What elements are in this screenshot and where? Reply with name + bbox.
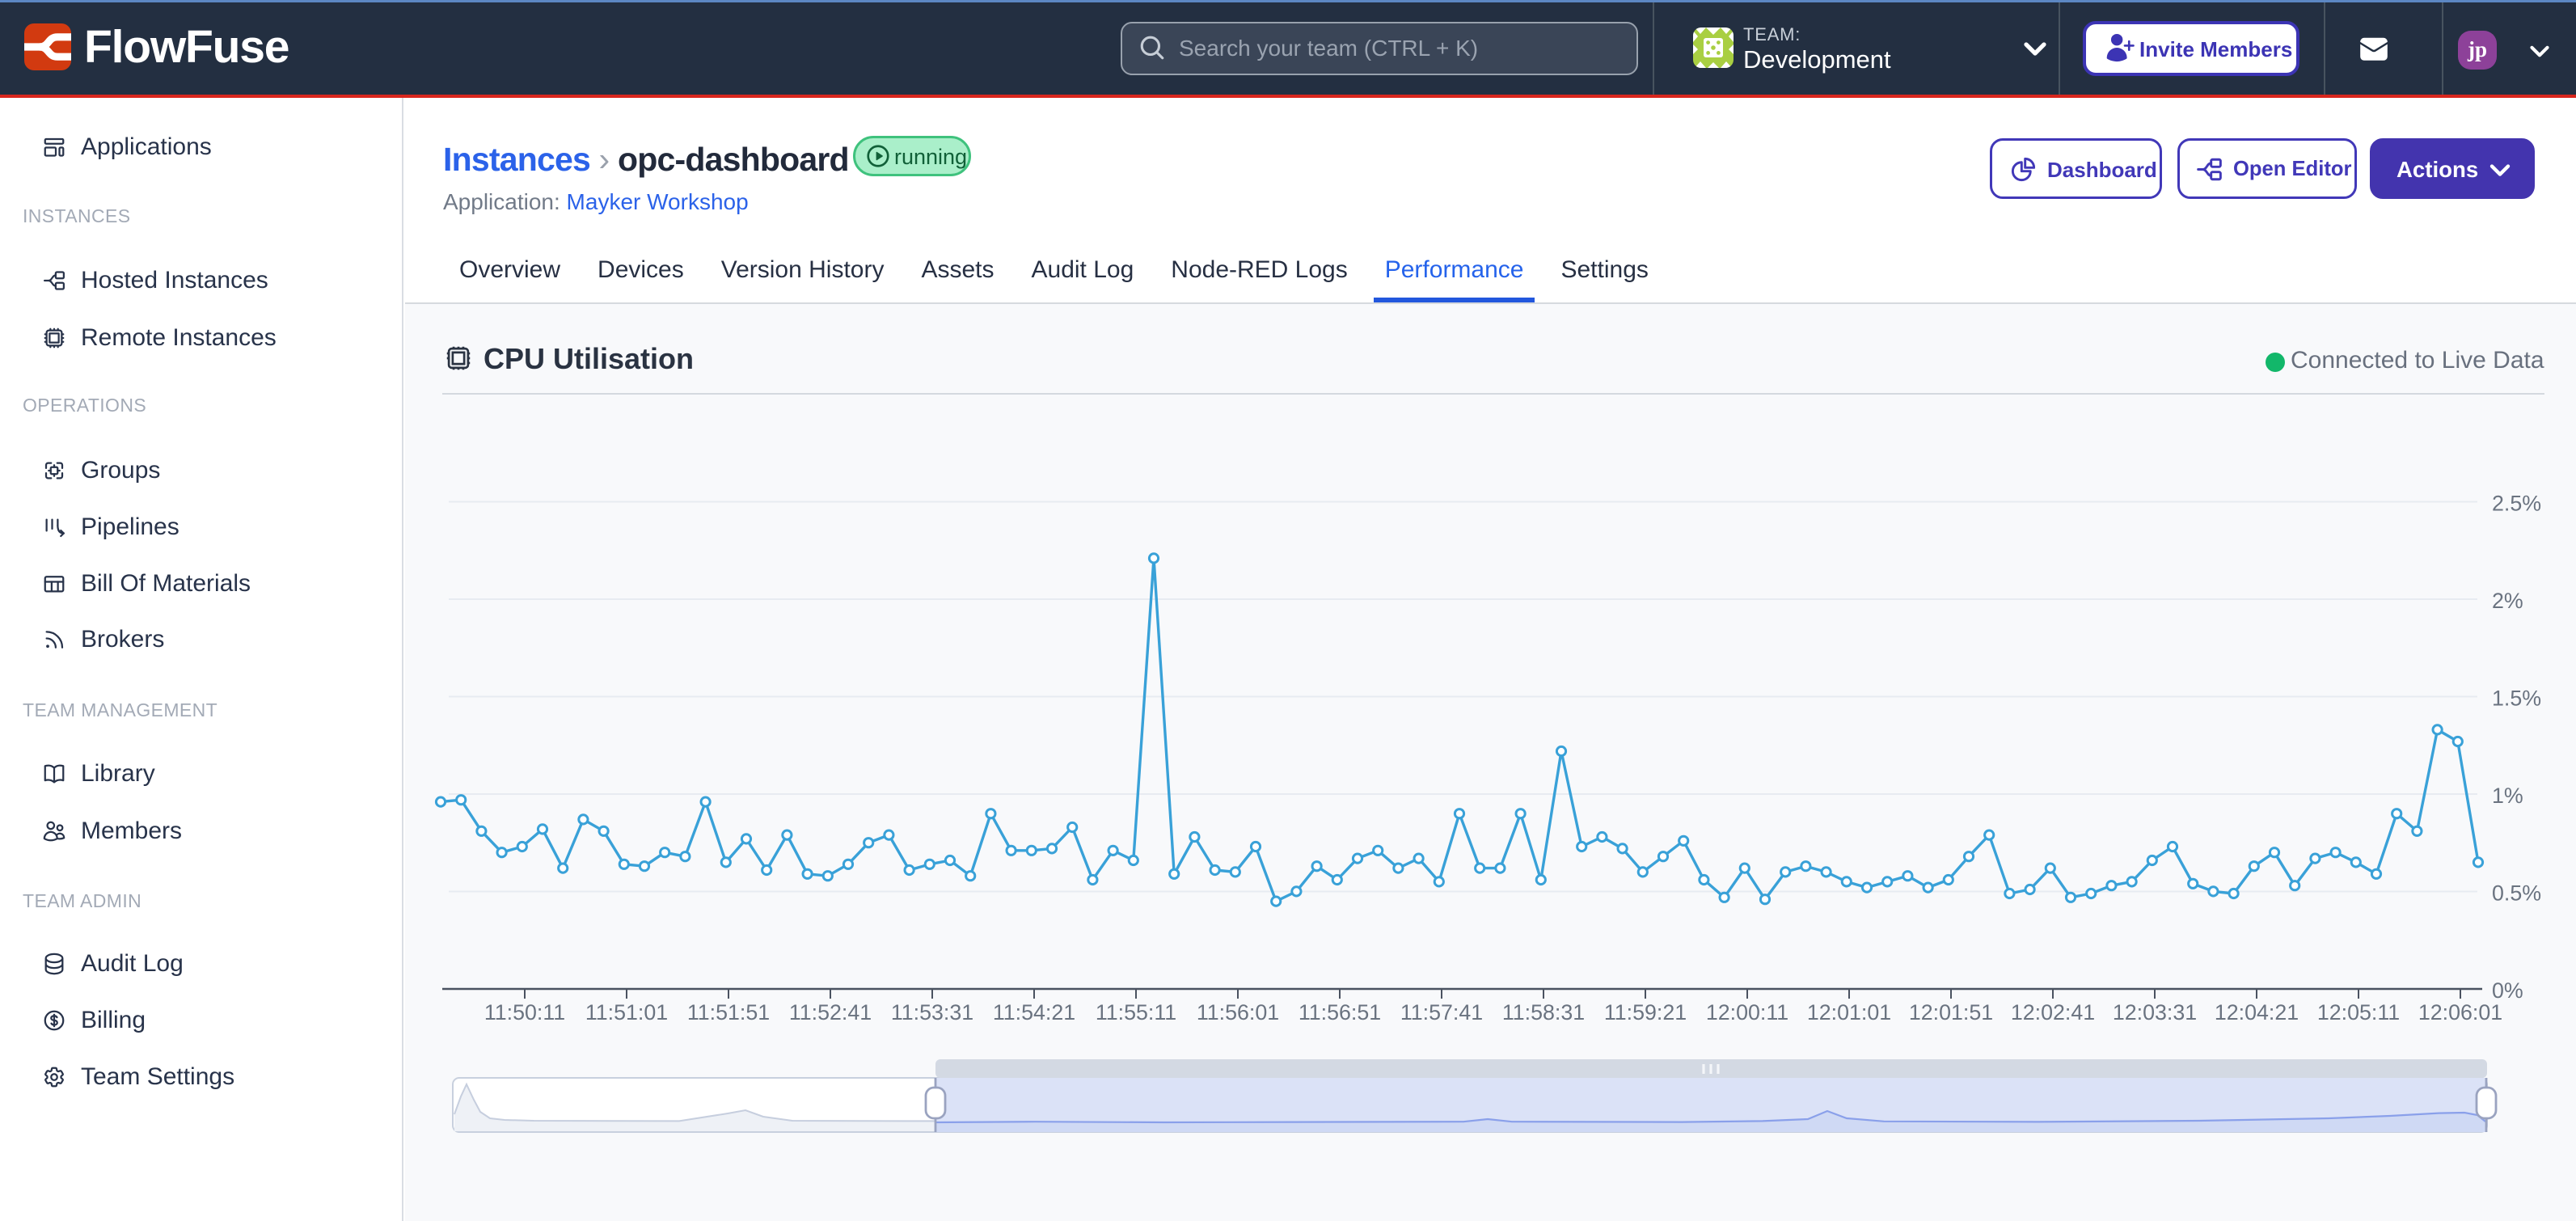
svg-text:12:01:51: 12:01:51 <box>1909 1000 1993 1025</box>
svg-text:11:53:31: 11:53:31 <box>891 1000 973 1025</box>
svg-text:11:55:11: 11:55:11 <box>1096 1000 1176 1025</box>
svg-text:12:06:01: 12:06:01 <box>2418 1000 2502 1025</box>
svg-text:12:04:21: 12:04:21 <box>2215 1000 2299 1025</box>
svg-text:11:58:31: 11:58:31 <box>1502 1000 1585 1025</box>
svg-text:12:05:11: 12:05:11 <box>2317 1000 2400 1025</box>
svg-text:11:50:11: 11:50:11 <box>484 1000 565 1025</box>
svg-text:1%: 1% <box>2492 784 2523 808</box>
svg-text:11:57:41: 11:57:41 <box>1400 1000 1483 1025</box>
svg-text:0.5%: 0.5% <box>2492 881 2541 906</box>
svg-text:1.5%: 1.5% <box>2492 687 2541 711</box>
svg-text:11:51:51: 11:51:51 <box>687 1000 770 1025</box>
svg-text:2.5%: 2.5% <box>2492 492 2541 516</box>
svg-text:12:03:31: 12:03:31 <box>2113 1000 2197 1025</box>
svg-text:0%: 0% <box>2492 978 2523 1003</box>
svg-text:12:01:01: 12:01:01 <box>1807 1000 1891 1025</box>
svg-text:11:51:01: 11:51:01 <box>585 1000 668 1025</box>
svg-text:2%: 2% <box>2492 589 2523 613</box>
svg-text:11:56:01: 11:56:01 <box>1197 1000 1279 1025</box>
svg-text:11:56:51: 11:56:51 <box>1299 1000 1381 1025</box>
svg-text:12:00:11: 12:00:11 <box>1706 1000 1788 1025</box>
svg-text:12:02:41: 12:02:41 <box>2011 1000 2095 1025</box>
svg-text:11:54:21: 11:54:21 <box>993 1000 1075 1025</box>
svg-text:11:52:41: 11:52:41 <box>789 1000 872 1025</box>
svg-text:11:59:21: 11:59:21 <box>1604 1000 1687 1025</box>
